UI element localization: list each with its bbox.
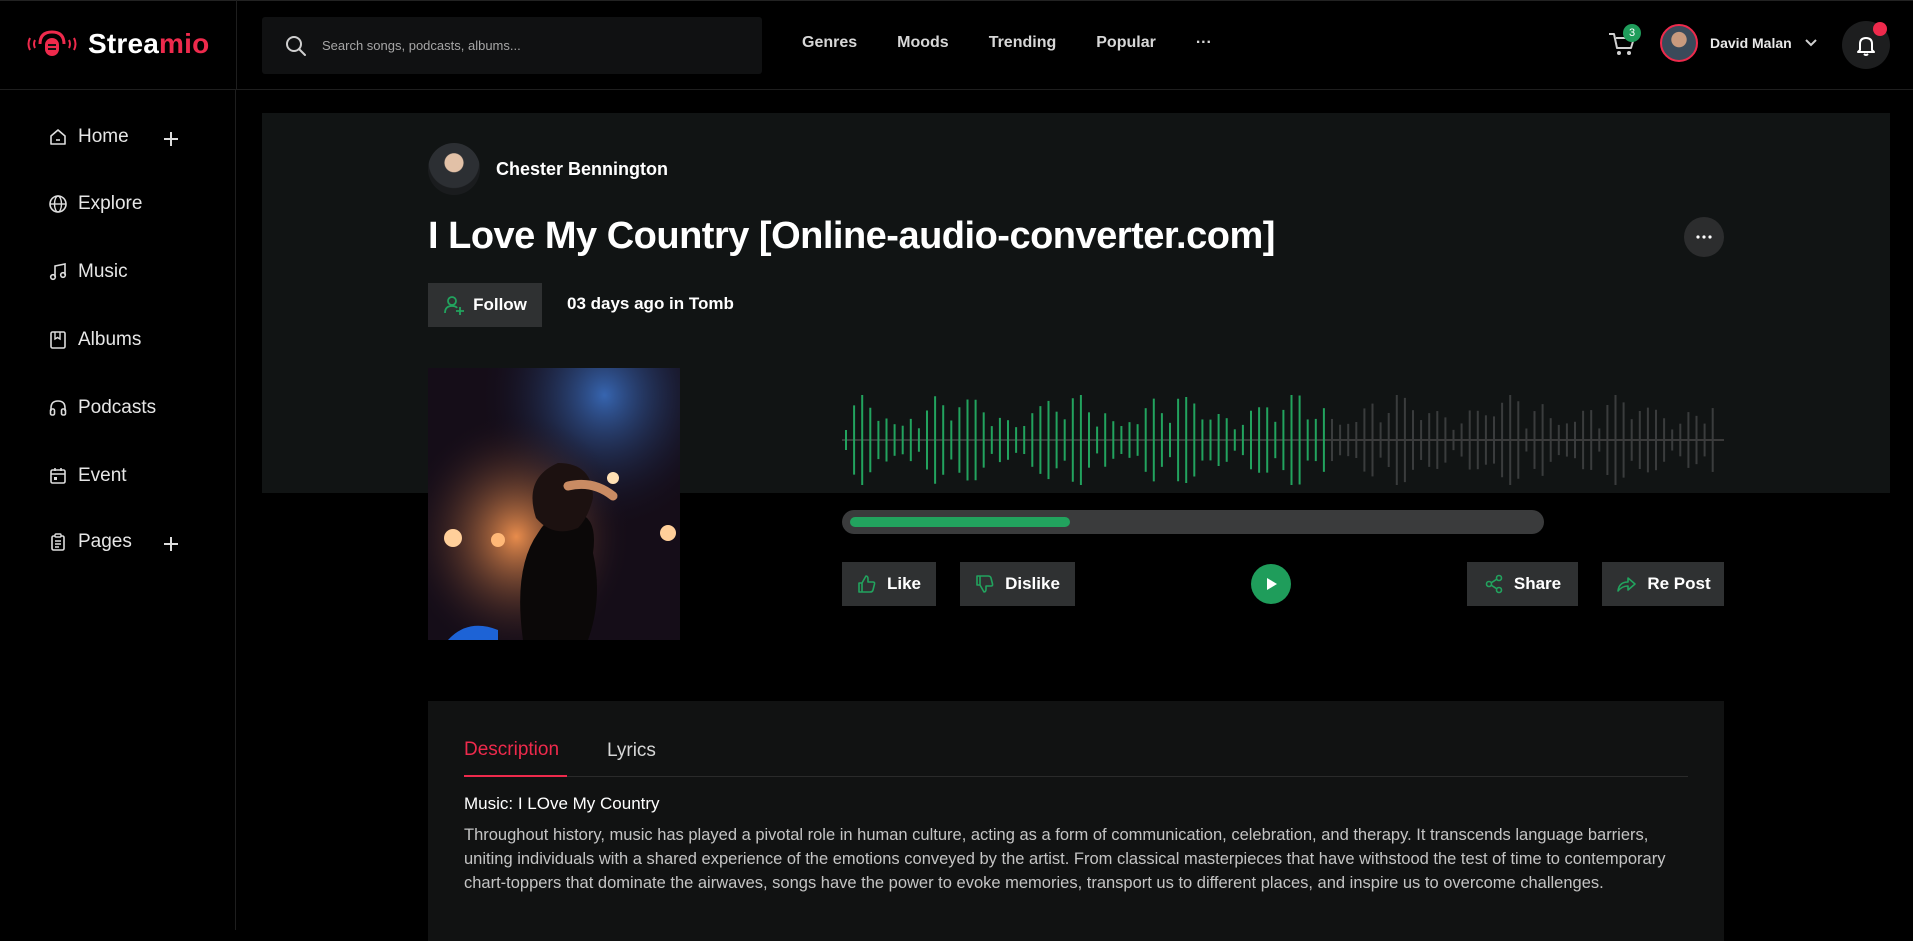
- globe-icon: [49, 195, 67, 213]
- nav-more[interactable]: ···: [1196, 34, 1212, 52]
- notification-dot: [1873, 22, 1887, 36]
- sidebar: Home Explore Music Albums Podcasts Event…: [0, 90, 236, 930]
- tab-description[interactable]: Description: [464, 739, 559, 761]
- nav-moods[interactable]: Moods: [897, 34, 949, 52]
- share-label: Share: [1513, 574, 1562, 593]
- sidebar-item-label: Pages: [78, 531, 132, 552]
- brand-logo[interactable]: Streamio: [26, 24, 209, 64]
- like-button[interactable]: Like: [842, 562, 936, 606]
- posted-info: 03 days ago in Tomb: [567, 294, 734, 313]
- thumbs-up-icon: [858, 575, 876, 593]
- forward-arrow-icon: [1617, 577, 1637, 592]
- nav-popular[interactable]: Popular: [1096, 34, 1156, 52]
- home-icon: [50, 129, 66, 145]
- music-note-icon: [49, 263, 67, 281]
- home-expand-plus-icon[interactable]: [160, 128, 182, 150]
- sidebar-item-pages[interactable]: Pages: [48, 531, 132, 553]
- sidebar-item-label: Event: [78, 465, 127, 486]
- nav-genres[interactable]: Genres: [802, 34, 857, 52]
- user-name: David Malan: [1710, 35, 1792, 51]
- audio-waveform[interactable]: [842, 395, 1724, 485]
- nav-trending[interactable]: Trending: [989, 34, 1057, 52]
- sidebar-item-explore[interactable]: Explore: [48, 193, 142, 215]
- like-label: Like: [886, 574, 922, 593]
- user-avatar: [1660, 24, 1698, 62]
- calendar-icon: [50, 468, 66, 484]
- ellipsis-icon: [1696, 235, 1712, 239]
- headphones-icon: [49, 400, 67, 416]
- tabs-divider: [464, 776, 1688, 777]
- user-menu[interactable]: David Malan: [1660, 24, 1818, 62]
- search-bar[interactable]: [262, 17, 762, 74]
- microphone-logo-icon: [27, 30, 77, 56]
- sidebar-item-albums[interactable]: Albums: [48, 329, 141, 351]
- sidebar-item-label: Explore: [78, 193, 143, 214]
- thumbs-down-icon: [976, 575, 994, 593]
- sidebar-item-label: Podcasts: [78, 397, 157, 418]
- tab-lyrics[interactable]: Lyrics: [607, 740, 656, 762]
- sidebar-item-podcasts[interactable]: Podcasts: [48, 397, 156, 419]
- search-icon: [286, 35, 306, 56]
- sidebar-item-home[interactable]: Home: [48, 126, 129, 148]
- search-input[interactable]: [320, 37, 744, 54]
- sidebar-item-music[interactable]: Music: [48, 261, 128, 283]
- details-panel: [428, 701, 1724, 941]
- track-cover-image: [428, 368, 680, 640]
- follow-label: Follow: [473, 295, 527, 314]
- share-button[interactable]: Share: [1467, 562, 1578, 606]
- sidebar-item-label: Music: [78, 261, 128, 282]
- sidebar-item-label: Home: [78, 126, 129, 147]
- cart-count-badge: 3: [1623, 24, 1641, 42]
- clipboard-icon: [51, 533, 65, 551]
- follow-button[interactable]: Follow: [428, 283, 542, 327]
- music-title-line: Music: I LOve My Country: [464, 794, 660, 813]
- more-options-button[interactable]: [1684, 217, 1724, 257]
- track-title: I Love My Country [Online-audio-converte…: [428, 215, 1275, 257]
- dislike-label: Dislike: [1005, 574, 1060, 593]
- top-navigation: Genres Moods Trending Popular ···: [802, 34, 1212, 52]
- artist-avatar: [428, 143, 480, 195]
- singer-photo: [428, 368, 680, 640]
- artist-info[interactable]: Chester Bennington: [428, 143, 668, 195]
- sidebar-item-event[interactable]: Event: [48, 465, 127, 487]
- share-icon: [1485, 574, 1503, 594]
- dislike-button[interactable]: Dislike: [960, 562, 1075, 606]
- bell-icon: [1857, 37, 1875, 56]
- chevron-down-icon: [1804, 39, 1817, 47]
- active-tab-underline: [464, 775, 567, 777]
- header-divider: [236, 0, 237, 90]
- artist-name: Chester Bennington: [496, 158, 669, 179]
- add-user-icon: [444, 296, 465, 315]
- pages-expand-plus-icon[interactable]: [160, 533, 182, 555]
- repost-button[interactable]: Re Post: [1602, 562, 1724, 606]
- album-icon: [50, 331, 66, 349]
- sidebar-item-label: Albums: [78, 329, 142, 350]
- playback-progress-fill: [850, 517, 1070, 527]
- repost-label: Re Post: [1647, 574, 1711, 593]
- brand-name-part1: Strea: [88, 28, 160, 59]
- brand-name-part2: mio: [159, 28, 210, 59]
- play-icon: [1267, 578, 1277, 590]
- description-text: Throughout history, music has played a p…: [464, 826, 1666, 892]
- play-button[interactable]: [1251, 564, 1291, 604]
